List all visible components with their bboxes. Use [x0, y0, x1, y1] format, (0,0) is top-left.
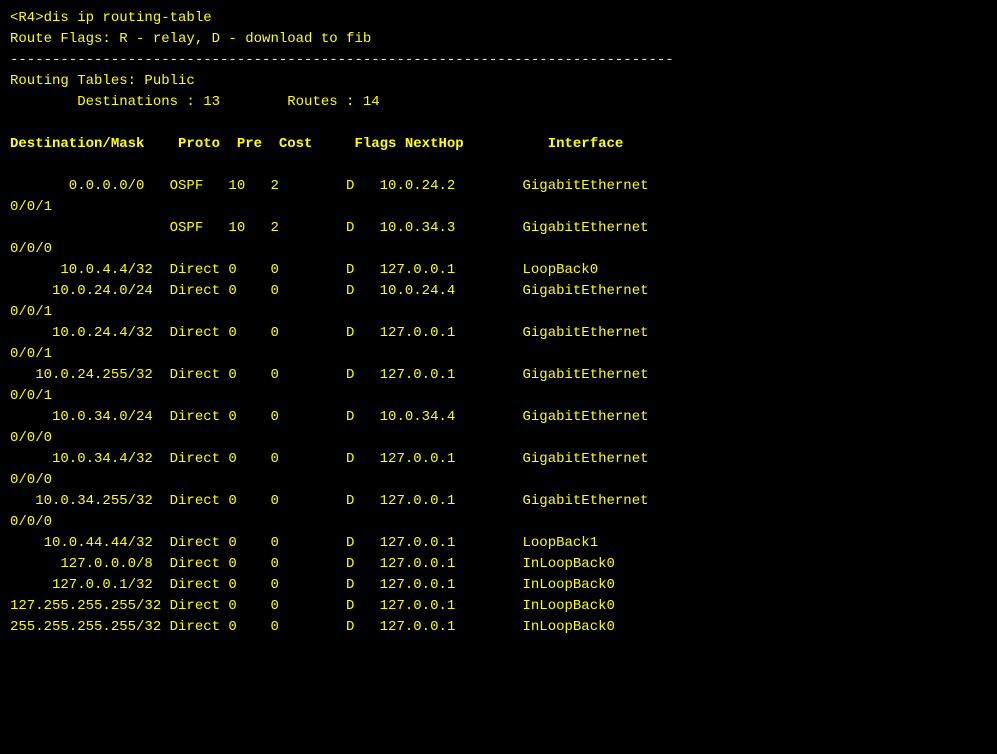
route-flags-line: Route Flags: R - relay, D - download to … — [10, 29, 987, 50]
table-row: 10.0.34.0/24 Direct 0 0 D 10.0.34.4 Giga… — [10, 407, 987, 428]
table-row: 10.0.4.4/32 Direct 0 0 D 127.0.0.1 LoopB… — [10, 260, 987, 281]
blank1 — [10, 113, 987, 134]
routing-tables-label: Routing Tables: Public — [10, 71, 987, 92]
column-header: Destination/Mask Proto Pre Cost Flags Ne… — [10, 134, 987, 155]
table-row-continuation: 0/0/1 — [10, 197, 987, 218]
table-row: OSPF 10 2 D 10.0.34.3 GigabitEthernet — [10, 218, 987, 239]
prompt-line: <R4>dis ip routing-table — [10, 8, 987, 29]
table-row-continuation: 0/0/0 — [10, 470, 987, 491]
table-row-continuation: 0/0/1 — [10, 386, 987, 407]
table-row: 127.0.0.1/32 Direct 0 0 D 127.0.0.1 InLo… — [10, 575, 987, 596]
separator-line: ----------------------------------------… — [10, 50, 987, 71]
terminal-window: <R4>dis ip routing-table Route Flags: R … — [0, 0, 997, 754]
table-row-continuation: 0/0/1 — [10, 302, 987, 323]
table-row: 10.0.24.4/32 Direct 0 0 D 127.0.0.1 Giga… — [10, 323, 987, 344]
table-row: 0.0.0.0/0 OSPF 10 2 D 10.0.24.2 GigabitE… — [10, 176, 987, 197]
table-row: 10.0.34.255/32 Direct 0 0 D 127.0.0.1 Gi… — [10, 491, 987, 512]
table-row: 127.255.255.255/32 Direct 0 0 D 127.0.0.… — [10, 596, 987, 617]
blank2 — [10, 155, 987, 176]
table-row: 10.0.44.44/32 Direct 0 0 D 127.0.0.1 Loo… — [10, 533, 987, 554]
table-row-continuation: 0/0/0 — [10, 512, 987, 533]
table-row: 127.0.0.0/8 Direct 0 0 D 127.0.0.1 InLoo… — [10, 554, 987, 575]
table-row: 10.0.34.4/32 Direct 0 0 D 127.0.0.1 Giga… — [10, 449, 987, 470]
destinations-label: Destinations : 13 Routes : 14 — [10, 92, 987, 113]
table-row: 10.0.24.0/24 Direct 0 0 D 10.0.24.4 Giga… — [10, 281, 987, 302]
routing-table-rows: 0.0.0.0/0 OSPF 10 2 D 10.0.24.2 GigabitE… — [10, 176, 987, 638]
table-row: 255.255.255.255/32 Direct 0 0 D 127.0.0.… — [10, 617, 987, 638]
table-row-continuation: 0/0/0 — [10, 239, 987, 260]
table-row: 10.0.24.255/32 Direct 0 0 D 127.0.0.1 Gi… — [10, 365, 987, 386]
table-row-continuation: 0/0/0 — [10, 428, 987, 449]
table-row-continuation: 0/0/1 — [10, 344, 987, 365]
